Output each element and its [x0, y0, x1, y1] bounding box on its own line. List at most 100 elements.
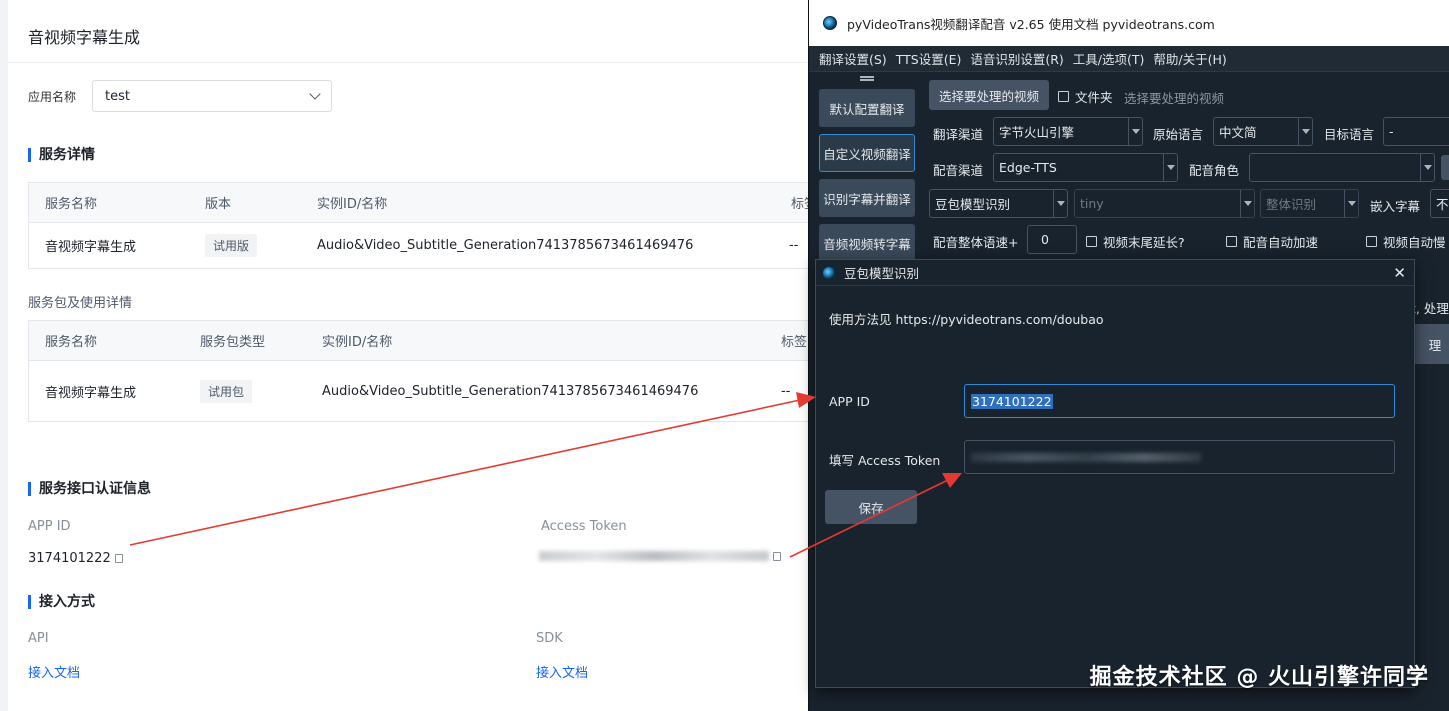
- menu-translate-settings[interactable]: 翻译设置(S): [819, 49, 887, 68]
- dialog-titlebar: 豆包模型识别 ✕: [816, 260, 1414, 286]
- speech-rate-value: 0: [1041, 232, 1049, 247]
- chevron-down-icon: [1298, 118, 1312, 145]
- window-titlebar: pyVideoTrans视频翻译配音 v2.65 使用文档 pyvideotra…: [809, 0, 1449, 46]
- asr-engine-value: 豆包模型识别: [935, 197, 1011, 212]
- sidebar-item-av-to-subtitle[interactable]: 音频视频转字幕: [819, 224, 915, 262]
- table-cell: Audio&Video_Subtitle_Generation741378567…: [322, 383, 699, 399]
- dub-channel-value: Edge-TTS: [999, 160, 1057, 175]
- chevron-down-icon: [1344, 190, 1358, 217]
- source-language-select[interactable]: 中文简: [1213, 117, 1313, 146]
- hamburger-icon[interactable]: [860, 76, 874, 81]
- table-row: 音视频字幕生成 试用包 Audio&Video_Subtitle_Generat…: [29, 361, 817, 421]
- menu-asr-settings[interactable]: 语音识别设置(R): [970, 49, 1063, 68]
- sidebar: 默认配置翻译 自定义视频翻译 识别字幕并翻译 音频视频转字幕: [815, 74, 919, 269]
- access-token-label: Access Token: [541, 519, 627, 534]
- dub-channel-select[interactable]: Edge-TTS: [993, 153, 1178, 182]
- sidebar-item-recognize-translate[interactable]: 识别字幕并翻译: [819, 179, 915, 217]
- watermark-text: 掘金技术社区 @ 火山引擎许同学: [1089, 665, 1429, 690]
- app-id-label: APP ID: [28, 519, 71, 534]
- access-token-input[interactable]: [964, 440, 1395, 474]
- save-button[interactable]: 保存: [825, 490, 917, 524]
- select-video-hint: 选择要处理的视频: [1124, 91, 1225, 106]
- table-header-cell: 服务名称: [45, 335, 98, 350]
- translate-channel-select[interactable]: 字节火山引擎: [993, 117, 1143, 146]
- close-icon[interactable]: ✕: [1393, 264, 1406, 282]
- menu-bar: 翻译设置(S) TTS设置(E) 语音识别设置(R) 工具/选项(T) 帮助/关…: [809, 46, 1449, 72]
- app-id-input-value: 3174101222: [971, 393, 1053, 409]
- asr-engine-select[interactable]: 豆包模型识别: [929, 189, 1068, 218]
- table-cell: --: [781, 383, 791, 399]
- sidebar-item-custom-translate[interactable]: 自定义视频翻译: [819, 134, 915, 172]
- table-header-cell: 实例ID/名称: [322, 335, 393, 350]
- menu-help[interactable]: 帮助/关于(H): [1153, 49, 1226, 68]
- video-extend-checkbox[interactable]: 视频末尾延长?: [1086, 232, 1185, 251]
- embed-subtitle-label: 嵌入字幕: [1370, 199, 1421, 214]
- table-cell: 音视频字幕生成: [45, 240, 137, 255]
- chevron-down-icon: [1053, 190, 1067, 217]
- table-header-cell: 服务名称: [45, 197, 98, 212]
- sdk-doc-link[interactable]: 接入文档: [536, 662, 588, 681]
- embed-subtitle-select[interactable]: 不: [1430, 189, 1449, 218]
- access-token-label: 填写 Access Token: [829, 453, 941, 468]
- api-doc-link[interactable]: 接入文档: [28, 662, 80, 681]
- table-cell: --: [789, 238, 799, 253]
- app-logo-icon: [822, 265, 836, 280]
- video-extend-label: 视频末尾延长?: [1103, 235, 1185, 250]
- right-edge-button[interactable]: 理: [1415, 324, 1449, 364]
- access-token-blurred: [971, 452, 1201, 462]
- window-title: pyVideoTrans视频翻译配音 v2.65 使用文档 pyvideotra…: [847, 16, 1215, 32]
- table-cell: 音视频字幕生成: [45, 385, 137, 401]
- chevron-down-icon: [1240, 190, 1254, 217]
- app-name-select[interactable]: test: [92, 80, 332, 112]
- app-name-value: test: [105, 88, 130, 104]
- video-slow-checkbox[interactable]: 视频自动慢: [1366, 232, 1446, 251]
- source-language-label: 原始语言: [1153, 127, 1204, 142]
- target-language-select[interactable]: -: [1383, 117, 1449, 146]
- access-token-value-row: [539, 551, 781, 561]
- whole-recognition-select[interactable]: 整体识别: [1260, 189, 1359, 218]
- checkbox-box: [1366, 236, 1377, 247]
- menu-tools[interactable]: 工具/选项(T): [1073, 49, 1145, 68]
- embed-subtitle-value: 不: [1436, 197, 1449, 212]
- auth-info-title: 服务接口认证信息: [28, 482, 151, 496]
- dub-role-extra-button[interactable]: [1441, 155, 1449, 180]
- dub-role-label: 配音角色: [1189, 163, 1240, 178]
- chevron-down-icon: [1163, 154, 1177, 181]
- table-header-cell: 实例ID/名称: [317, 197, 388, 212]
- translate-channel-label: 翻译渠道: [933, 127, 984, 142]
- speech-rate-spinbox[interactable]: 0: [1027, 225, 1077, 254]
- app-id-value-row: 3174101222: [28, 551, 123, 566]
- translate-channel-value: 字节火山引擎: [999, 125, 1075, 140]
- doubao-asr-dialog: 豆包模型识别 ✕ 使用方法见 https://pyvideotrans.com/…: [815, 259, 1415, 688]
- model-select[interactable]: tiny: [1074, 189, 1255, 218]
- whole-recognition-value: 整体识别: [1266, 197, 1317, 212]
- table-cell: Audio&Video_Subtitle_Generation741378567…: [317, 238, 694, 253]
- folder-checkbox[interactable]: 文件夹: [1058, 87, 1113, 106]
- dub-role-select[interactable]: [1249, 153, 1435, 182]
- copy-icon[interactable]: [773, 551, 781, 561]
- table-header-cell: 标签: [781, 335, 808, 350]
- auto-speedup-checkbox[interactable]: 配音自动加速: [1226, 232, 1318, 251]
- usage-text: 使用方法见 https://pyvideotrans.com/doubao: [829, 312, 1104, 327]
- app-name-row: 应用名称 test: [28, 80, 332, 112]
- chevron-down-icon: [1420, 154, 1434, 181]
- table-row: 音视频字幕生成 试用版 Audio&Video_Subtitle_Generat…: [29, 223, 817, 268]
- dialog-title: 豆包模型识别: [844, 266, 920, 281]
- app-id-input[interactable]: 3174101222: [964, 384, 1395, 418]
- target-language-value: -: [1389, 124, 1394, 139]
- sidebar-item-default-translate[interactable]: 默认配置翻译: [819, 89, 915, 127]
- source-language-value: 中文简: [1219, 125, 1257, 140]
- app-id-value: 3174101222: [28, 551, 111, 566]
- package-type-tag: 试用包: [200, 379, 253, 403]
- copy-icon[interactable]: [114, 554, 123, 563]
- version-tag: 试用版: [205, 234, 258, 257]
- web-console-panel: 音视频字幕生成 应用名称 test 服务详情 服务名称 版本 实例ID/名称 标…: [8, 0, 818, 711]
- package-table: 服务名称 服务包类型 实例ID/名称 标签 音视频字幕生成 试用包 Audio&…: [28, 320, 818, 422]
- model-value: tiny: [1080, 196, 1104, 211]
- app-id-label: APP ID: [829, 394, 870, 409]
- right-edge-text: t, 处理: [1411, 301, 1449, 316]
- sdk-label: SDK: [536, 631, 563, 646]
- app-logo-icon: [823, 16, 837, 30]
- select-video-button[interactable]: 选择要处理的视频: [929, 80, 1049, 110]
- menu-tts-settings[interactable]: TTS设置(E): [896, 49, 962, 68]
